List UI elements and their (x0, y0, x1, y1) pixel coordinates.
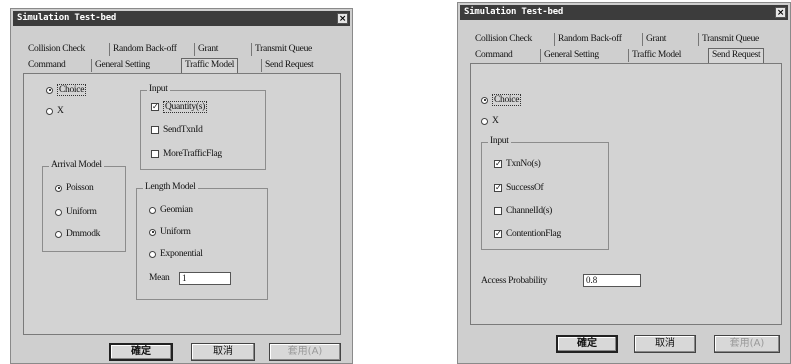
radio-x[interactable]: X (481, 116, 499, 126)
radio-choice[interactable]: Choice (46, 84, 87, 96)
access-probability-input[interactable]: 0.8 (583, 274, 641, 287)
checkbox-txn-no[interactable]: ✓ TxnNo(s) (494, 159, 541, 169)
checkbox-label: TxnNo(s) (506, 159, 541, 169)
radio-label: Uniform (66, 207, 97, 217)
close-icon[interactable]: × (775, 7, 786, 18)
ok-button[interactable]: 確定 (556, 335, 618, 353)
arrival-model-groupbox: Arrival Model Poisson Uniform Dmmodk (42, 160, 126, 252)
radio-checked-icon (149, 228, 156, 236)
cancel-button[interactable]: 取消 (191, 343, 255, 361)
radio-choice[interactable]: Choice (481, 94, 522, 106)
checkbox-unchecked-icon (151, 126, 159, 134)
input-group-title: Input (488, 136, 511, 146)
left-dialog-titlebar[interactable]: Simulation Test-bed × (13, 11, 350, 26)
length-model-groupbox: Length Model Geomian Uniform Exponential… (136, 182, 268, 300)
radio-exponential[interactable]: Exponential (149, 249, 203, 259)
tab-general-setting[interactable]: General Setting (91, 59, 153, 72)
tab-traffic-model[interactable]: Traffic Model (181, 58, 239, 73)
radio-unchecked-icon (55, 230, 62, 238)
radio-unchecked-icon (481, 117, 488, 125)
tab-random-back-off[interactable]: Random Back-off (109, 43, 180, 56)
tab-transmit-queue[interactable]: Transmit Queue (698, 33, 762, 46)
left-dialog-title: Simulation Test-bed (17, 13, 117, 23)
radio-label: Geomian (160, 205, 193, 215)
radio-unchecked-icon (55, 208, 62, 216)
right-tab-panel: Choice X Input ✓ TxnNo(s) ✓ SuccessOf Ch… (470, 63, 782, 325)
mean-input[interactable]: 1 (179, 272, 231, 285)
checkbox-unchecked-icon (494, 207, 502, 215)
radio-x[interactable]: X (46, 106, 64, 116)
checkbox-label: Quantity(s) (163, 101, 207, 113)
radio-label: X (57, 106, 64, 116)
checkbox-more-traffic-flag[interactable]: MoreTrafficFlag (151, 149, 222, 159)
tab-send-request[interactable]: Send Request (708, 48, 765, 63)
radio-checked-icon (55, 184, 62, 192)
tab-grant[interactable]: Grant (642, 33, 669, 46)
checkbox-quantity[interactable]: ✓ Quantity(s) (151, 101, 207, 113)
checkbox-label: SendTxnId (163, 125, 203, 135)
checkbox-label: SuccessOf (506, 183, 544, 193)
radio-label: Dmmodk (66, 229, 101, 239)
right-dialog-title: Simulation Test-bed (464, 7, 564, 17)
radio-dmmodk[interactable]: Dmmodk (55, 229, 100, 239)
tab-general-setting[interactable]: General Setting (540, 49, 602, 62)
right-dialog-window: Simulation Test-bed × Collision Check Ra… (457, 2, 791, 364)
radio-checked-icon (481, 96, 488, 104)
input-group-title: Input (147, 84, 170, 94)
input-groupbox: Input ✓ TxnNo(s) ✓ SuccessOf ChannelId(s… (481, 136, 609, 250)
checkbox-unchecked-icon (151, 150, 159, 158)
radio-unchecked-icon (149, 250, 156, 258)
length-group-title: Length Model (143, 182, 198, 192)
checkbox-label: MoreTrafficFlag (163, 149, 222, 159)
tab-collision-check[interactable]: Collision Check (25, 43, 88, 56)
radio-label: Choice (492, 94, 522, 106)
checkbox-label: ChannelId(s) (506, 206, 552, 216)
tab-traffic-model[interactable]: Traffic Model (628, 49, 684, 62)
cancel-button[interactable]: 取消 (634, 335, 696, 353)
checkbox-label: ContentionFlag (506, 229, 561, 239)
checkbox-checked-icon: ✓ (151, 102, 159, 111)
radio-label: Poisson (66, 183, 94, 193)
checkbox-send-txn-id[interactable]: SendTxnId (151, 125, 203, 135)
radio-label: Choice (57, 84, 87, 96)
checkbox-success-of[interactable]: ✓ SuccessOf (494, 183, 544, 193)
tab-collision-check[interactable]: Collision Check (472, 33, 535, 46)
radio-label: Exponential (160, 249, 203, 259)
radio-unchecked-icon (149, 206, 156, 214)
checkbox-checked-icon: ✓ (494, 229, 502, 238)
checkbox-contention-flag[interactable]: ✓ ContentionFlag (494, 229, 561, 239)
checkbox-checked-icon: ✓ (494, 159, 502, 168)
tab-transmit-queue[interactable]: Transmit Queue (251, 43, 315, 56)
radio-checked-icon (46, 86, 53, 94)
checkbox-checked-icon: ✓ (494, 183, 502, 192)
arrival-group-title: Arrival Model (49, 160, 104, 170)
mean-label: Mean (149, 273, 170, 283)
checkbox-channel-id[interactable]: ChannelId(s) (494, 206, 552, 216)
apply-button[interactable]: 套用(A) (269, 343, 341, 361)
radio-length-uniform[interactable]: Uniform (149, 227, 191, 237)
radio-label: X (492, 116, 499, 126)
left-dialog-window: Simulation Test-bed × Collision Check Ra… (10, 8, 353, 364)
access-probability-label: Access Probability (481, 276, 548, 286)
radio-uniform[interactable]: Uniform (55, 207, 97, 217)
radio-poisson[interactable]: Poisson (55, 183, 94, 193)
apply-button[interactable]: 套用(A) (714, 335, 780, 353)
ok-button[interactable]: 確定 (109, 343, 173, 361)
close-icon[interactable]: × (337, 13, 348, 24)
input-groupbox: Input ✓ Quantity(s) SendTxnId MoreTraffi… (140, 84, 266, 170)
radio-label: Uniform (160, 227, 191, 237)
radio-unchecked-icon (46, 107, 53, 115)
radio-geomian[interactable]: Geomian (149, 205, 193, 215)
tab-command[interactable]: Command (472, 49, 515, 62)
tab-random-back-off[interactable]: Random Back-off (554, 33, 625, 46)
left-tab-panel: Choice X Input ✓ Quantity(s) SendTxnId M… (23, 73, 341, 335)
tab-grant[interactable]: Grant (194, 43, 221, 56)
right-dialog-titlebar[interactable]: Simulation Test-bed × (460, 5, 788, 20)
tab-send-request[interactable]: Send Request (261, 59, 316, 72)
tab-command[interactable]: Command (25, 59, 68, 72)
